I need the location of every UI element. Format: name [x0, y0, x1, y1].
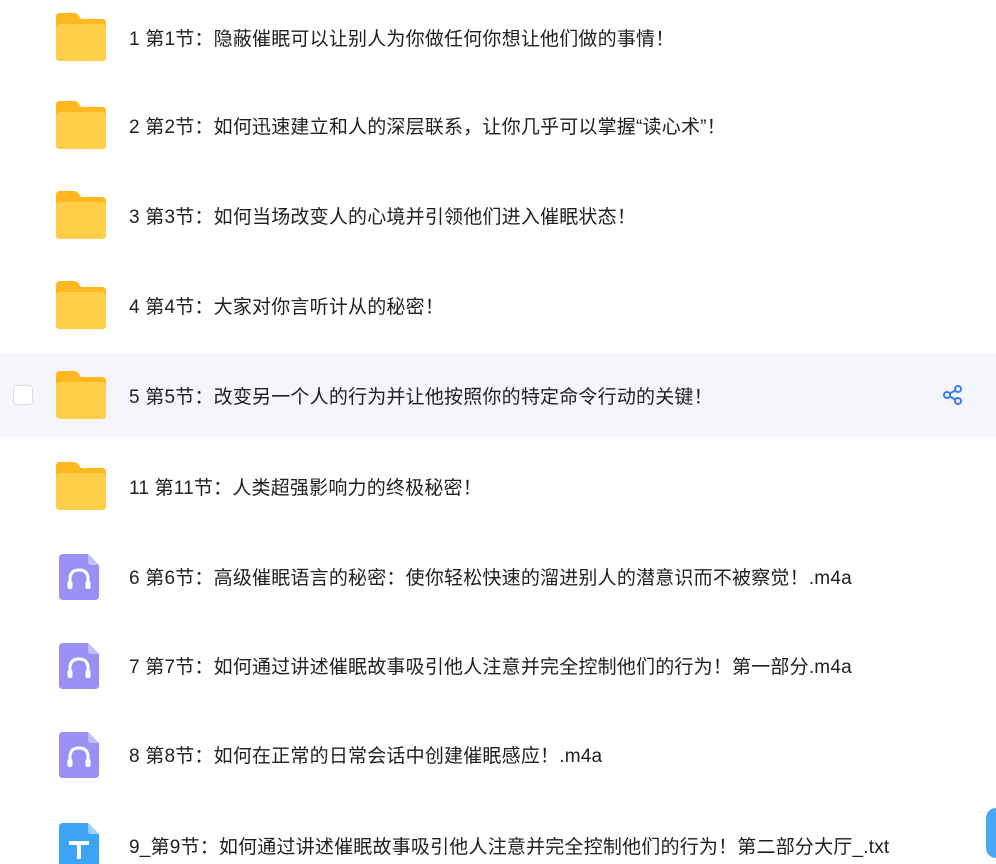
- headphones-icon: [52, 639, 110, 691]
- file-row-hovered[interactable]: 5 第5节：改变另一个人的行为并让他按照你的特定命令行动的关键！: [0, 353, 996, 437]
- file-row[interactable]: 9_第9节：如何通过讲述催眠故事吸引他人注意并完全控制他们的行为！第二部分大厅_…: [0, 803, 996, 864]
- file-row[interactable]: 2 第2节：如何迅速建立和人的深层联系，让你几乎可以掌握“读心术”！: [0, 83, 996, 167]
- file-name[interactable]: 7 第7节：如何通过讲述催眠故事吸引他人注意并完全控制他们的行为！第一部分.m4…: [129, 652, 852, 679]
- file-name[interactable]: 8 第8节：如何在正常的日常会话中创建催眠感应！.m4a: [129, 741, 602, 768]
- file-name[interactable]: 4 第4节：大家对你言听计从的秘密！: [129, 292, 444, 319]
- file-row[interactable]: 11 第11节：人类超强影响力的终极秘密！: [0, 444, 996, 528]
- share-icon[interactable]: [942, 384, 964, 406]
- file-name[interactable]: 9_第9节：如何通过讲述催眠故事吸引他人注意并完全控制他们的行为！第二部分大厅_…: [129, 832, 889, 859]
- headphones-icon: [52, 728, 110, 780]
- folder-icon: [52, 460, 110, 512]
- file-row[interactable]: 8 第8节：如何在正常的日常会话中创建催眠感应！.m4a: [0, 712, 996, 796]
- folder-icon: [52, 369, 110, 421]
- file-name[interactable]: 1 第1节：隐蔽催眠可以让别人为你做任何你想让他们做的事情！: [129, 24, 674, 51]
- folder-icon: [52, 11, 110, 63]
- file-list: 1 第1节：隐蔽催眠可以让别人为你做任何你想让他们做的事情！ 2 第2节：如何迅…: [0, 0, 996, 864]
- folder-icon: [52, 99, 110, 151]
- file-row[interactable]: 6 第6节：高级催眠语言的秘密：使你轻松快速的溜进别人的潜意识而不被察觉！.m4…: [0, 534, 996, 618]
- file-row[interactable]: 4 第4节：大家对你言听计从的秘密！: [0, 263, 996, 347]
- file-name[interactable]: 6 第6节：高级催眠语言的秘密：使你轻松快速的溜进别人的潜意识而不被察觉！.m4…: [129, 563, 852, 590]
- floating-widget-edge[interactable]: [986, 808, 996, 858]
- file-row[interactable]: 1 第1节：隐蔽催眠可以让别人为你做任何你想让他们做的事情！: [0, 0, 996, 79]
- file-name[interactable]: 3 第3节：如何当场改变人的心境并引领他们进入催眠状态！: [129, 202, 636, 229]
- row-checkbox[interactable]: [13, 385, 33, 405]
- file-row[interactable]: 7 第7节：如何通过讲述催眠故事吸引他人注意并完全控制他们的行为！第一部分.m4…: [0, 623, 996, 707]
- folder-icon: [52, 189, 110, 241]
- file-row[interactable]: 3 第3节：如何当场改变人的心境并引领他们进入催眠状态！: [0, 173, 996, 257]
- file-name[interactable]: 5 第5节：改变另一个人的行为并让他按照你的特定命令行动的关键！: [129, 382, 713, 409]
- headphones-icon: [52, 550, 110, 602]
- text-file-icon: [52, 819, 110, 864]
- file-name[interactable]: 2 第2节：如何迅速建立和人的深层联系，让你几乎可以掌握“读心术”！: [129, 112, 726, 139]
- folder-icon: [52, 279, 110, 331]
- file-name[interactable]: 11 第11节：人类超强影响力的终极秘密！: [129, 473, 482, 500]
